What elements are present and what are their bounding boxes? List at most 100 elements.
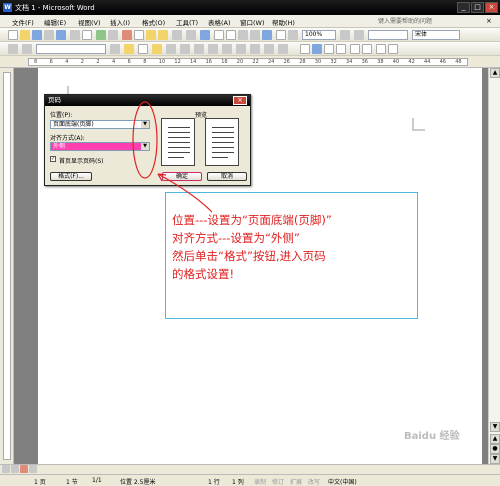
position-select-value: 页面底端(页脚) bbox=[53, 121, 94, 128]
drawing-icon[interactable] bbox=[262, 30, 272, 40]
close-button[interactable]: × bbox=[485, 2, 498, 13]
vertical-scrollbar[interactable]: ▲ ▼ ▲ ● ▼ bbox=[488, 68, 500, 464]
justify-icon[interactable] bbox=[336, 44, 346, 54]
redo-icon[interactable] bbox=[186, 30, 196, 40]
reading-mode-icon[interactable] bbox=[354, 30, 364, 40]
format-painter-icon[interactable] bbox=[158, 30, 168, 40]
status-column: 1 列 bbox=[232, 479, 244, 486]
horizontal-ruler[interactable]: 8 6 4 2 2 4 6 8 10 12 14 16 18 20 22 24 26 28 30 32 34 36 38 40… bbox=[0, 56, 500, 68]
status-track[interactable]: 修订 bbox=[272, 477, 284, 486]
border-color-icon[interactable] bbox=[124, 44, 134, 54]
shading-icon[interactable] bbox=[152, 44, 162, 54]
print-layout-icon[interactable] bbox=[20, 465, 28, 473]
font-combo[interactable]: 宋体 bbox=[412, 30, 460, 40]
autosum-icon[interactable] bbox=[278, 44, 288, 54]
style-icon[interactable] bbox=[8, 44, 18, 54]
text-direction-icon[interactable] bbox=[250, 44, 260, 54]
next-page-icon[interactable]: ▼ bbox=[490, 454, 500, 464]
merge-cells-icon[interactable] bbox=[166, 44, 176, 54]
decrease-indent-icon[interactable] bbox=[376, 44, 386, 54]
horizontal-scrollbar[interactable] bbox=[0, 464, 500, 474]
help-icon[interactable] bbox=[340, 30, 350, 40]
research-icon[interactable] bbox=[108, 30, 118, 40]
alignment-select[interactable]: 外侧 ▼ bbox=[50, 142, 150, 151]
insert-excel-icon[interactable] bbox=[238, 30, 248, 40]
cut-icon[interactable] bbox=[122, 30, 132, 40]
menu-table[interactable]: 表格(A) bbox=[208, 17, 231, 27]
align-icon[interactable] bbox=[194, 44, 204, 54]
save-icon[interactable] bbox=[32, 30, 42, 40]
previous-page-icon[interactable]: ▲ bbox=[490, 434, 500, 444]
distribute-rows-icon[interactable] bbox=[208, 44, 218, 54]
undo-icon[interactable] bbox=[172, 30, 182, 40]
tables-borders-icon[interactable] bbox=[214, 30, 224, 40]
columns-icon[interactable] bbox=[250, 30, 260, 40]
ruler-tick-label: 42 bbox=[408, 59, 415, 65]
line-weight-icon[interactable] bbox=[110, 44, 120, 54]
distribute-columns-icon[interactable] bbox=[222, 44, 232, 54]
menu-file[interactable]: 文件(F) bbox=[12, 17, 34, 27]
status-extend[interactable]: 扩展 bbox=[290, 477, 302, 486]
increase-indent-icon[interactable] bbox=[388, 44, 398, 54]
border-icon[interactable] bbox=[22, 44, 32, 54]
document-map-icon[interactable] bbox=[276, 30, 286, 40]
permission-icon[interactable] bbox=[44, 30, 54, 40]
first-page-checkbox[interactable]: ✓ bbox=[50, 156, 56, 162]
new-icon[interactable] bbox=[8, 30, 18, 40]
document-close-icon[interactable]: × bbox=[486, 17, 492, 25]
status-overtype[interactable]: 改写 bbox=[308, 477, 320, 486]
maximize-button[interactable]: □ bbox=[471, 2, 484, 13]
align-center-icon[interactable] bbox=[312, 44, 322, 54]
position-select[interactable]: 页面底端(页脚) ▼ bbox=[50, 120, 150, 129]
autoformat-icon[interactable] bbox=[236, 44, 246, 54]
select-browse-object-icon[interactable]: ● bbox=[490, 444, 500, 454]
menu-insert[interactable]: 插入(I) bbox=[110, 17, 130, 27]
style-combo[interactable] bbox=[368, 30, 408, 40]
insert-table-icon[interactable] bbox=[226, 30, 236, 40]
vertical-ruler-bar bbox=[3, 72, 11, 460]
hyperlink-icon[interactable] bbox=[200, 30, 210, 40]
align-left-icon[interactable] bbox=[300, 44, 310, 54]
spelling-icon[interactable] bbox=[96, 30, 106, 40]
menu-format[interactable]: 格式(O) bbox=[142, 17, 165, 27]
print-icon[interactable] bbox=[70, 30, 80, 40]
ok-button[interactable]: 确定 bbox=[162, 172, 202, 181]
ruler-tick-label: 20 bbox=[236, 59, 244, 65]
show-hide-icon[interactable] bbox=[288, 30, 298, 40]
split-cells-icon[interactable] bbox=[180, 44, 190, 54]
ruler-tick-label: 2 bbox=[80, 59, 84, 65]
outline-view-icon[interactable] bbox=[29, 465, 37, 473]
sort-icon[interactable] bbox=[264, 44, 274, 54]
dialog-close-button[interactable]: × bbox=[233, 96, 247, 105]
open-icon[interactable] bbox=[20, 30, 30, 40]
scroll-down-arrow[interactable]: ▼ bbox=[490, 422, 500, 432]
ruler-tick-label: 22 bbox=[252, 59, 259, 65]
print-preview-icon[interactable] bbox=[82, 30, 92, 40]
bullets-icon[interactable] bbox=[362, 44, 372, 54]
align-right-icon[interactable] bbox=[324, 44, 334, 54]
help-question-box[interactable]: 键入需要帮助的问题 bbox=[378, 16, 472, 26]
email-icon[interactable] bbox=[56, 30, 66, 40]
ruler-tick-label: 8 bbox=[143, 59, 147, 65]
menu-edit[interactable]: 编辑(E) bbox=[44, 17, 66, 27]
status-record[interactable]: 录制 bbox=[254, 477, 266, 486]
scroll-up-arrow[interactable]: ▲ bbox=[490, 68, 500, 78]
numbering-icon[interactable] bbox=[350, 44, 360, 54]
cancel-button[interactable]: 取消 bbox=[207, 172, 247, 181]
menu-view[interactable]: 视图(V) bbox=[78, 17, 101, 27]
normal-view-icon[interactable] bbox=[2, 465, 10, 473]
line-style-combo[interactable] bbox=[36, 44, 106, 54]
vertical-ruler[interactable] bbox=[0, 68, 14, 464]
zoom-combo[interactable]: 100% bbox=[302, 30, 336, 40]
ruler-tick-label: 10 bbox=[158, 59, 166, 65]
copy-icon[interactable] bbox=[134, 30, 144, 40]
web-view-icon[interactable] bbox=[11, 465, 19, 473]
status-section: 1 节 bbox=[66, 479, 78, 486]
paste-icon[interactable] bbox=[146, 30, 156, 40]
menu-tools[interactable]: 工具(T) bbox=[176, 17, 198, 27]
outside-border-icon[interactable] bbox=[138, 44, 148, 54]
menu-help[interactable]: 帮助(H) bbox=[272, 17, 295, 27]
minimize-button[interactable]: _ bbox=[457, 2, 470, 13]
menu-window[interactable]: 窗口(W) bbox=[240, 17, 265, 27]
format-button[interactable]: 格式(F)... bbox=[50, 172, 92, 181]
